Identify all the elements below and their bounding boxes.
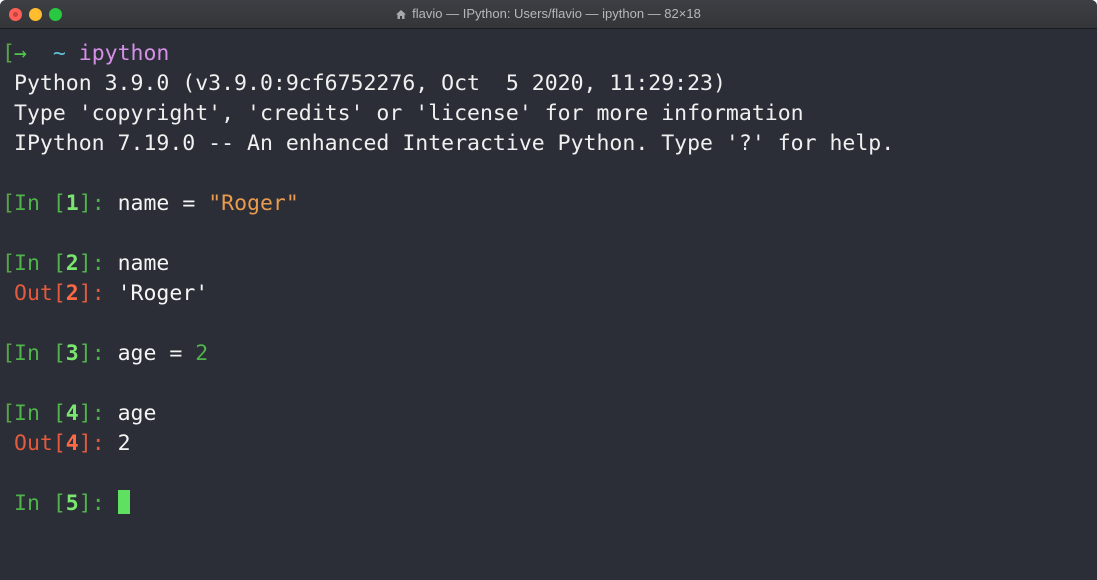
out-prompt-label: Out [14, 431, 53, 456]
in-prompt-label: In [14, 251, 40, 276]
mark-bracket: [ [2, 401, 15, 426]
window-title-text: flavio — IPython: Users/flavio — ipython… [412, 6, 701, 21]
banner-line: IPython 7.19.0 -- An enhanced Interactiv… [14, 131, 895, 156]
home-folder-icon [396, 10, 407, 19]
input-code: age [117, 401, 157, 426]
terminal-output[interactable]: [→ ~ ipython Python 3.9.0 (v3.9.0:9cf675… [0, 39, 1097, 519]
output-value: 'Roger' [117, 281, 209, 306]
shell-command-line: [→ ~ ipython [0, 39, 1097, 69]
input-prompt-line: [In [2]: name [0, 249, 1097, 279]
in-prompt-number: 3 [65, 341, 79, 366]
output-value: 2 [117, 431, 131, 456]
input-prompt-line: [In [1]: name = "Roger" [0, 189, 1097, 219]
input-code: name = [117, 191, 209, 216]
active-input-prompt-line[interactable]: In [5]: [0, 489, 1097, 519]
mark-bracket: [ [2, 341, 15, 366]
shell-cwd: ~ [52, 41, 66, 66]
in-prompt-label: In [14, 401, 40, 426]
in-prompt-label: In [14, 491, 40, 516]
in-prompt-label: In [14, 341, 40, 366]
text-cursor[interactable] [117, 490, 130, 514]
input-prompt-line: [In [3]: age = 2 [0, 339, 1097, 369]
terminal-window: flavio — IPython: Users/flavio — ipython… [0, 0, 1097, 580]
out-prompt-label: Out [14, 281, 53, 306]
output-line: Out[4]: 2 [14, 431, 131, 456]
output-line: Out[2]: 'Roger' [14, 281, 209, 306]
title-bar[interactable]: flavio — IPython: Users/flavio — ipython… [0, 0, 1097, 29]
banner-line: Python 3.9.0 (v3.9.0:9cf6752276, Oct 5 2… [14, 71, 726, 96]
shell-arrow-icon: → [14, 41, 27, 66]
mark-bracket: [ [2, 41, 15, 66]
input-code: age = [117, 341, 196, 366]
banner-line: Type 'copyright', 'credits' or 'license'… [14, 101, 804, 126]
out-prompt-number: 4 [65, 431, 79, 456]
in-prompt-number: 2 [65, 251, 79, 276]
shell-command: ipython [78, 41, 170, 66]
window-title: flavio — IPython: Users/flavio — ipython… [0, 6, 1097, 21]
in-prompt-number: 4 [65, 401, 79, 426]
in-prompt-number: 5 [65, 491, 79, 516]
input-code: name [117, 251, 170, 276]
number-literal: 2 [195, 341, 209, 366]
mark-bracket: [ [2, 251, 15, 276]
string-literal: "Roger" [208, 191, 299, 216]
input-prompt-line: [In [4]: age [0, 399, 1097, 429]
in-prompt-label: In [14, 191, 40, 216]
mark-bracket: [ [2, 191, 15, 216]
in-prompt-number: 1 [65, 191, 79, 216]
out-prompt-number: 2 [65, 281, 79, 306]
